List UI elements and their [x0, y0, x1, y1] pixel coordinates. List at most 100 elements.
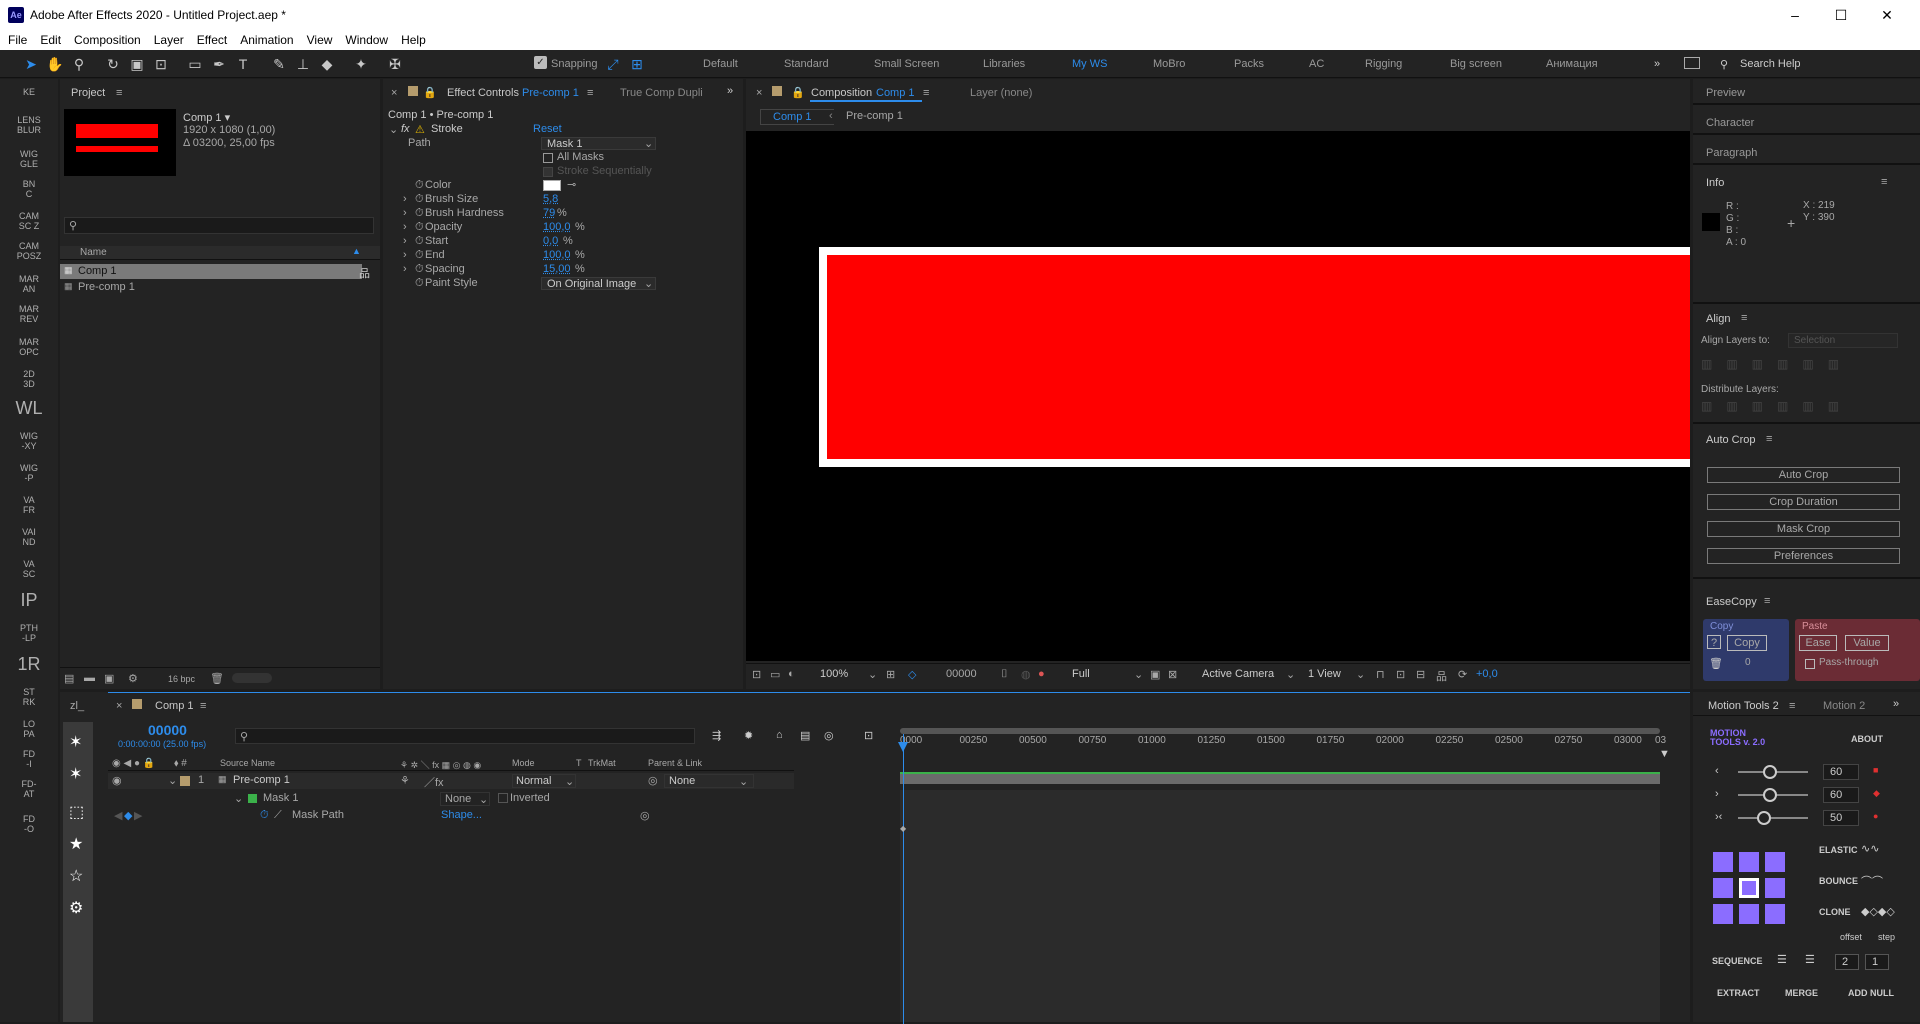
column-parent[interactable]: Parent & Link	[648, 758, 702, 768]
new-folder-icon[interactable]: ▬	[84, 672, 95, 684]
workspace-mobro[interactable]: MoBro	[1153, 58, 1185, 70]
elastic-curve-icon[interactable]: ∿∿	[1861, 842, 1879, 855]
anchor-point-cell[interactable]	[1765, 878, 1785, 898]
expand-chevron-icon[interactable]: ›	[403, 207, 407, 219]
transform-bounds-icon[interactable]: ⬚	[69, 802, 84, 822]
trash-icon[interactable]: 🗑	[1709, 657, 1723, 670]
menu-help[interactable]: Help	[401, 33, 426, 47]
align-to-dropdown-label[interactable]: Selection	[1794, 335, 1835, 346]
zoom-tool-icon[interactable]: ⚲	[70, 55, 88, 73]
elastic-button[interactable]: ELASTIC	[1819, 845, 1858, 855]
sequence-backward-icon[interactable]: ☰	[1805, 953, 1815, 966]
slider-value[interactable]: 60	[1830, 789, 1842, 801]
property-checkbox[interactable]	[543, 167, 553, 177]
distribute-buttons-row[interactable]: ▥▥▥▥▥▥	[1701, 399, 1901, 413]
property-dropdown[interactable]: Mask 1 ⌄	[541, 137, 656, 150]
auto-crop-menu-icon[interactable]: ≡	[1766, 433, 1772, 445]
workspace-ac[interactable]: AC	[1309, 58, 1324, 70]
stopwatch-icon[interactable]: ⏱	[415, 235, 424, 248]
expand-chevron-icon[interactable]: ›	[403, 249, 407, 261]
chevron-down-icon[interactable]: ⌄	[479, 793, 488, 806]
anchor-point-cell[interactable]	[1765, 904, 1785, 924]
prev-keyframe-icon[interactable]: ◀	[114, 809, 122, 822]
easecopy-panel-tab[interactable]: EaseCopy	[1706, 596, 1757, 608]
draft-3d-icon[interactable]: ✹	[744, 729, 753, 742]
bounce-button[interactable]: BOUNCE	[1819, 876, 1858, 886]
script-button[interactable]: 2D 3D	[0, 369, 58, 389]
breadcrumb-comp1[interactable]: Comp 1	[760, 109, 834, 125]
composition-target[interactable]: Comp 1	[876, 87, 915, 99]
stopwatch-icon[interactable]: ⏱	[415, 179, 424, 192]
script-button[interactable]: WL	[0, 399, 58, 417]
paste-value-button[interactable]: Value	[1845, 635, 1889, 651]
monitor-icon[interactable]: ▭	[770, 668, 780, 681]
merge-button[interactable]: MERGE	[1785, 988, 1818, 998]
workspace-animation[interactable]: Анимация	[1546, 58, 1598, 70]
expand-chevron-icon[interactable]: ⌄	[234, 792, 243, 805]
reset-link[interactable]: Reset	[533, 123, 562, 135]
add-keyframe-icon[interactable]: ◆	[124, 809, 132, 822]
column-name[interactable]: Name	[80, 247, 107, 258]
bounce-curve-icon[interactable]: ⌒⌒	[1861, 873, 1883, 889]
property-dropdown-label[interactable]: Mask 1	[547, 138, 582, 150]
info-panel-tab[interactable]: Info	[1706, 177, 1724, 189]
pick-whip-icon[interactable]: ◎	[648, 774, 658, 787]
anchor-point-cell[interactable]	[1713, 878, 1733, 898]
comp-end-marker-icon[interactable]: ▼	[1659, 748, 1670, 760]
mask-row[interactable]: ⌄ Mask 1 None ⌄ Inverted	[108, 791, 794, 807]
align-buttons-row[interactable]: ▥▥▥▥▥▥	[1701, 357, 1901, 371]
resolution-dropdown[interactable]: Full	[1072, 668, 1090, 680]
slider-value-input[interactable]: 60	[1823, 787, 1859, 803]
layer-mode-dropdown[interactable]: Normal ⌄	[512, 774, 576, 788]
timeline-current-time[interactable]: 00000	[148, 722, 187, 738]
flowchart-icon[interactable]: 品	[1436, 668, 1447, 684]
zl-panel-tab[interactable]: zl_	[70, 700, 84, 712]
motion2-tab[interactable]: Motion 2	[1823, 700, 1865, 712]
motion-tools-tab[interactable]: Motion Tools 2	[1708, 700, 1779, 712]
interpret-footage-icon[interactable]: ▤	[64, 672, 74, 685]
fit-icon[interactable]: ⊞	[886, 668, 895, 681]
gear-icon[interactable]: ⚙	[69, 898, 83, 918]
snapping-checkbox[interactable]: ✓	[534, 56, 547, 69]
composition-tab[interactable]: Composition	[811, 87, 872, 99]
influence-slider-row[interactable]: ›‹ 50 ●	[1693, 808, 1920, 828]
inverted-checkbox[interactable]	[498, 793, 508, 803]
property-value[interactable]: 0,0	[543, 235, 558, 247]
search-icon[interactable]: ⚲	[1720, 58, 1728, 71]
project-item-row-selected[interactable]: ▦ Comp 1	[60, 264, 362, 279]
search-help-input[interactable]: Search Help	[1740, 58, 1801, 70]
expand-chevron-icon[interactable]: ›	[403, 263, 407, 275]
ease-in-icon[interactable]: ‹	[1715, 765, 1719, 777]
script-button[interactable]: VA SC	[0, 559, 58, 579]
sequence-forward-icon[interactable]: ☰	[1777, 953, 1787, 966]
breadcrumb-precomp1[interactable]: Pre-comp 1	[846, 110, 903, 122]
time-ruler[interactable]: 0000 00250 00500 00750 01000 01250 01500 01750 0…	[900, 734, 1666, 748]
parent-dropdown-label[interactable]: None	[669, 775, 695, 787]
bit-depth-toggle[interactable]: 16 bpc	[168, 674, 195, 684]
stopwatch-icon[interactable]: ⏱	[415, 263, 424, 276]
auto-crop-button[interactable]: Auto Crop	[1707, 467, 1900, 483]
hand-tool-icon[interactable]: ✋	[46, 55, 64, 73]
workspace-libraries[interactable]: Libraries	[983, 58, 1025, 70]
star-sparkle-icon[interactable]: ✶	[69, 764, 82, 784]
script-button[interactable]: CAM POSZ	[0, 241, 58, 261]
mask-color-swatch[interactable]	[248, 794, 257, 803]
rotate-tool-icon[interactable]: ↻	[104, 55, 122, 73]
property-value[interactable]: 100,0	[543, 249, 571, 261]
stroke-effect-header[interactable]: ⌄ fx ⚠ Stroke Reset	[383, 123, 743, 137]
project-comp-name[interactable]: Comp 1 ▾	[183, 111, 230, 124]
clone-dots-icon[interactable]: ◆◇◆◇	[1861, 905, 1895, 918]
script-button[interactable]: MAR REV	[0, 304, 58, 324]
script-button[interactable]: ST RK	[0, 687, 58, 707]
anchor-point-cell[interactable]	[1765, 852, 1785, 872]
info-menu-icon[interactable]: ≡	[1881, 176, 1887, 188]
timeline-comp-tab[interactable]: Comp 1	[155, 700, 194, 712]
expand-chevron-icon[interactable]: ›	[403, 193, 407, 205]
quality-switch-icon[interactable]: ／fx	[424, 774, 444, 790]
workspace-default[interactable]: Default	[703, 58, 738, 70]
add-null-button[interactable]: ADD NULL	[1848, 988, 1894, 998]
composition-menu-icon[interactable]: ≡	[923, 87, 929, 99]
script-button[interactable]: CAM SC Z	[0, 211, 58, 231]
stopwatch-icon[interactable]: ⏱	[260, 809, 269, 822]
keyframe-icon[interactable]: ◆	[900, 824, 906, 833]
